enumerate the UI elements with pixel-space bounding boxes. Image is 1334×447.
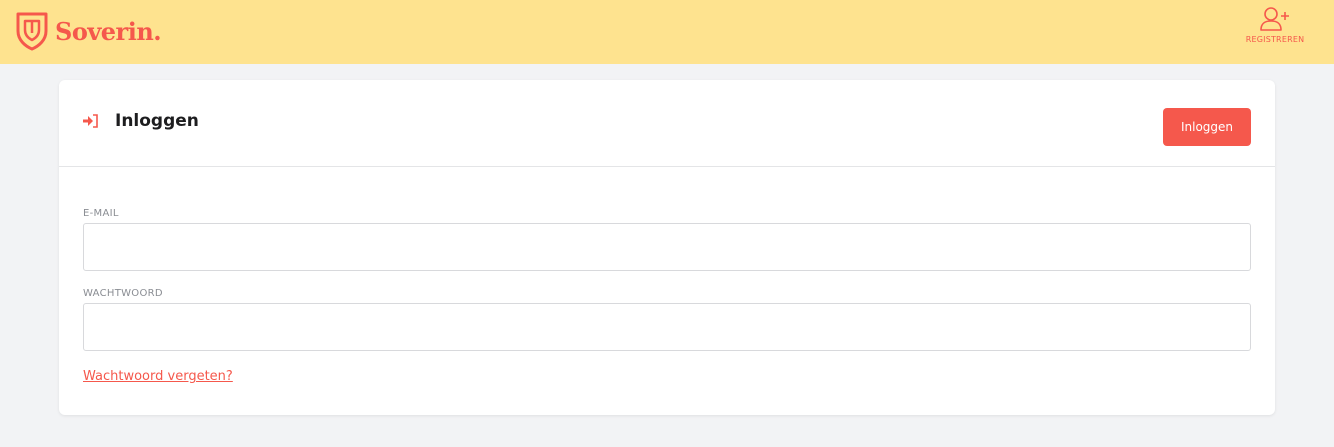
brand-logo[interactable]: Soverin.: [15, 11, 162, 51]
forgot-password-link[interactable]: Wachtwoord vergeten?: [83, 369, 233, 384]
brand-name: Soverin.: [55, 16, 162, 46]
password-field[interactable]: [83, 303, 1251, 351]
password-label: WACHTWOORD: [83, 288, 163, 299]
register-label: REGISTREREN: [1245, 35, 1305, 44]
card-header: Inloggen Inloggen: [59, 80, 1275, 167]
email-field[interactable]: [83, 223, 1251, 271]
email-label: E-MAIL: [83, 208, 119, 219]
login-button[interactable]: Inloggen: [1163, 108, 1251, 146]
top-bar: Soverin. REGISTREREN: [0, 0, 1334, 64]
page-title: Inloggen: [115, 111, 199, 131]
sign-in-icon: [83, 114, 98, 128]
login-card: Inloggen Inloggen E-MAIL WACHTWOORD Wach…: [59, 80, 1275, 415]
shield-logo-icon: [16, 12, 48, 51]
register-button[interactable]: REGISTREREN: [1244, 6, 1306, 56]
user-plus-icon: [1260, 7, 1289, 31]
